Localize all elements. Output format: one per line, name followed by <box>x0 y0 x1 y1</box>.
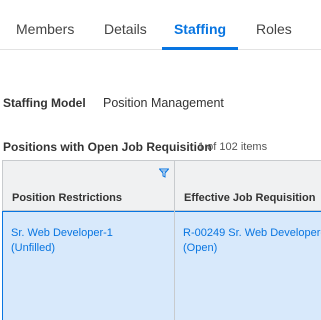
position-restriction-link[interactable]: Sr. Web Developer-1 (Unfilled) <box>11 226 161 256</box>
requisition-name[interactable]: R-00249 Sr. Web Developer-1 <box>183 226 321 241</box>
position-status[interactable]: (Unfilled) <box>11 241 161 256</box>
positions-grid: Position Restrictions Effective Job Requ… <box>2 160 321 320</box>
table-row[interactable]: Sr. Web Developer-1 (Unfilled) R-00249 S… <box>2 211 321 320</box>
staffing-model-label: Staffing Model <box>3 96 86 110</box>
tab-roles[interactable]: Roles <box>256 0 292 50</box>
positions-section-title: Positions with Open Job Requisition <box>3 140 212 154</box>
staffing-page: Members Details Staffing Roles Staffing … <box>0 0 321 320</box>
tab-staffing[interactable]: Staffing <box>162 0 238 50</box>
positions-item-count: 1 of 102 items <box>198 141 268 153</box>
requisition-status[interactable]: (Open) <box>183 241 321 256</box>
active-tab-indicator <box>162 47 238 50</box>
position-name[interactable]: Sr. Web Developer-1 <box>11 226 161 241</box>
grid-header: Position Restrictions Effective Job Requ… <box>2 160 321 211</box>
job-requisition-link[interactable]: R-00249 Sr. Web Developer-1 (Open) <box>183 226 321 256</box>
tab-details[interactable]: Details <box>104 0 147 50</box>
column-header-position-restrictions[interactable]: Position Restrictions <box>12 192 122 204</box>
tab-members[interactable]: Members <box>16 0 74 50</box>
column-header-effective-job-requisition[interactable]: Effective Job Requisition <box>184 192 315 204</box>
tab-bar: Members Details Staffing Roles <box>0 0 321 50</box>
filter-icon[interactable] <box>159 168 169 178</box>
column-divider <box>174 160 175 320</box>
staffing-model-value: Position Management <box>103 96 224 110</box>
